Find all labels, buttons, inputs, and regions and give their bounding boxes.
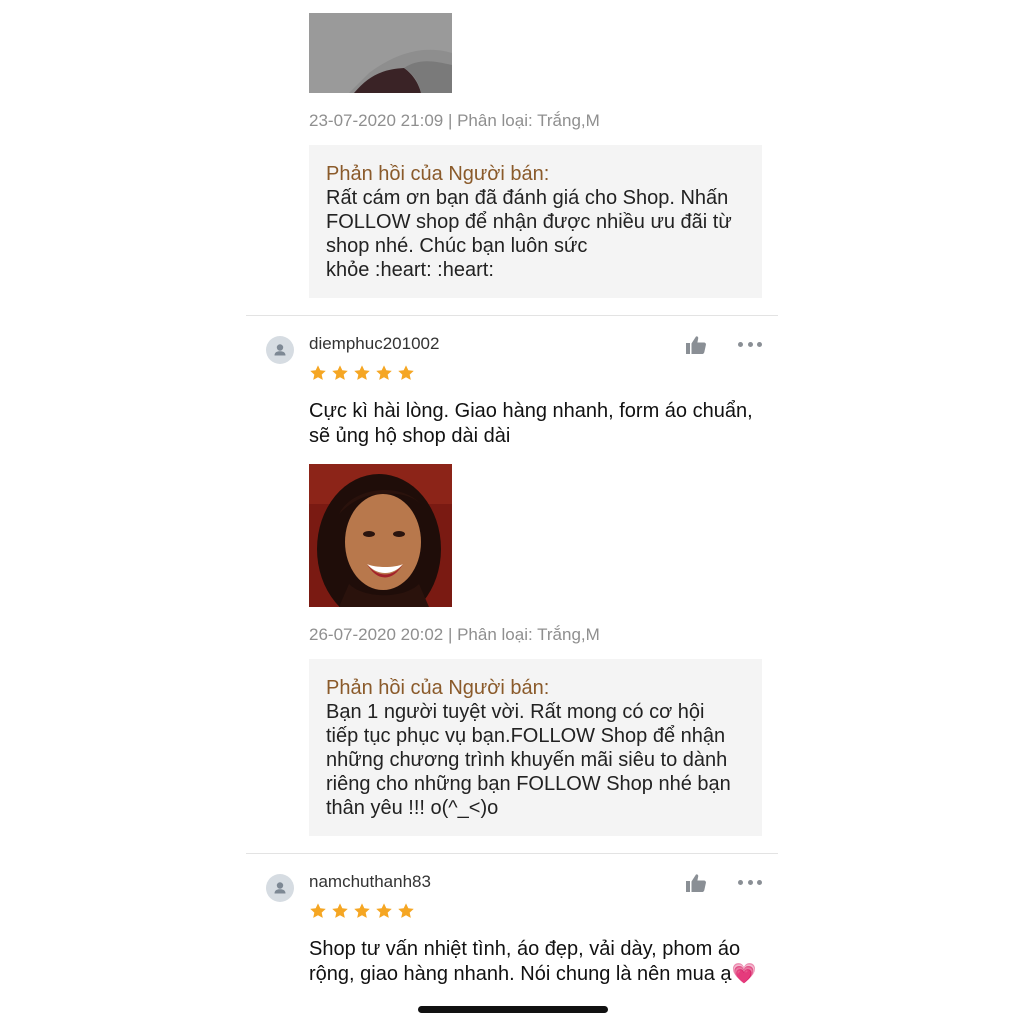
more-options-icon[interactable]: [738, 342, 762, 348]
review-photo[interactable]: [309, 464, 452, 607]
seller-reply: Phản hồi của Người bán: Rất cám ơn bạn đ…: [309, 145, 762, 298]
seller-reply: Phản hồi của Người bán: Bạn 1 người tuyệ…: [309, 659, 762, 836]
review-divider: [246, 315, 778, 316]
user-avatar-icon[interactable]: [266, 874, 294, 902]
review-photo-image: [309, 13, 452, 93]
home-indicator[interactable]: [418, 1006, 608, 1013]
review-photo-image: [309, 464, 452, 607]
star-icon: [376, 903, 392, 918]
review-username[interactable]: diemphuc201002: [309, 334, 439, 354]
seller-reply-title: Phản hồi của Người bán:: [326, 677, 550, 699]
star-icon: [332, 903, 348, 918]
user-avatar-icon[interactable]: [266, 336, 294, 364]
review-divider: [246, 853, 778, 854]
star-icon: [332, 365, 348, 380]
star-rating: [309, 364, 415, 384]
star-icon: [354, 365, 370, 380]
review-timestamp-variation: 26-07-2020 20:02 | Phân loại: Trắng,M: [309, 625, 600, 644]
star-icon: [310, 365, 326, 380]
star-icon: [354, 903, 370, 918]
star-icon: [398, 903, 414, 918]
review-timestamp-variation: 23-07-2020 21:09 | Phân loại: Trắng,M: [309, 111, 600, 130]
thumbs-up-icon[interactable]: [685, 873, 707, 893]
review-comment: Shop tư vấn nhiệt tình, áo đẹp, vải dày,…: [309, 938, 757, 985]
seller-reply-title: Phản hồi của Người bán:: [326, 163, 550, 185]
star-icon: [398, 365, 414, 380]
star-icon: [310, 903, 326, 918]
review-comment: Cực kì hài lòng. Giao hàng nhanh, form á…: [309, 400, 753, 447]
seller-reply-text: Bạn 1 người tuyệt vời. Rất mong có cơ hộ…: [326, 701, 731, 819]
review-photo[interactable]: [309, 13, 452, 93]
thumbs-up-icon[interactable]: [685, 335, 707, 355]
star-icon: [376, 365, 392, 380]
more-options-icon[interactable]: [738, 880, 762, 886]
seller-reply-text: Rất cám ơn bạn đã đánh giá cho Shop. Nhấ…: [326, 187, 732, 281]
star-rating: [309, 902, 415, 922]
review-username[interactable]: namchuthanh83: [309, 872, 431, 892]
